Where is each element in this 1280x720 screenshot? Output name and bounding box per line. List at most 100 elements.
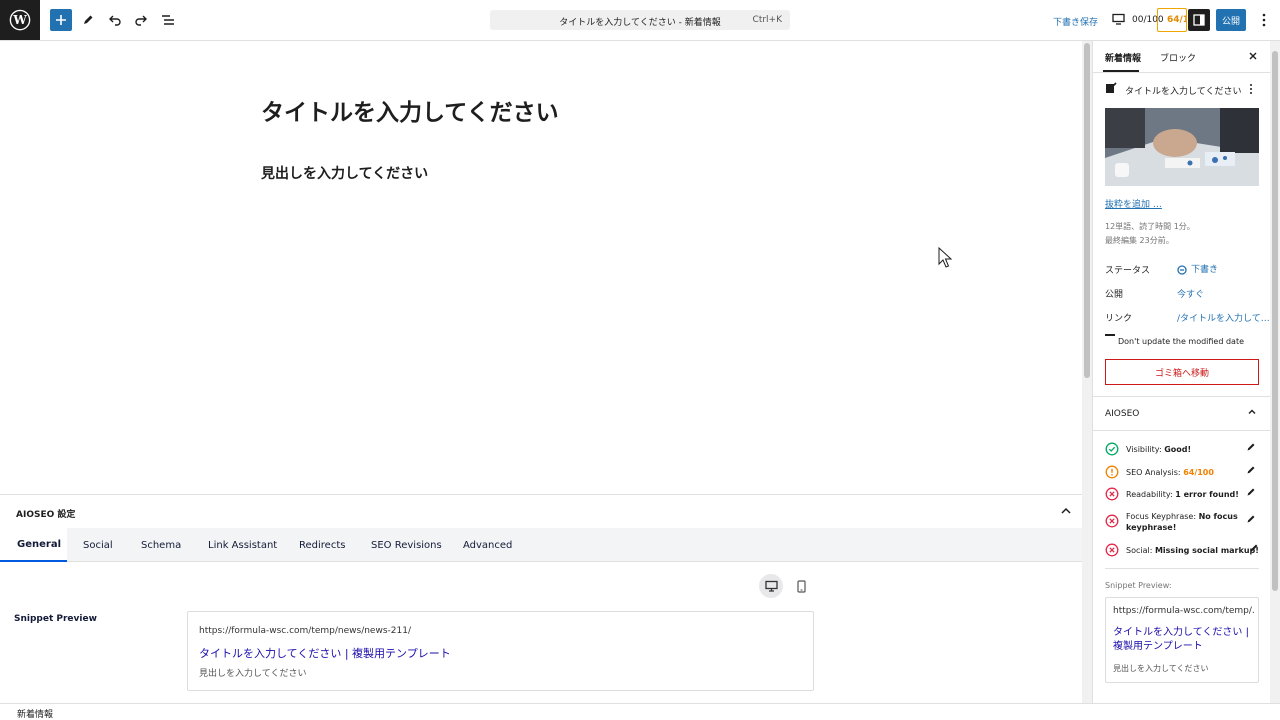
editor-header: W タイトルを入力してください - 新着情報 Ctrl+K 下書き保存 00/1… [0,0,1280,41]
check-circle-icon [1105,442,1119,456]
desktop-preview-toggle[interactable] [759,574,783,598]
status-value-button[interactable]: 下書き [1177,262,1218,275]
post-title[interactable]: タイトルを入力してください [261,93,559,127]
featured-image[interactable] [1105,108,1259,186]
tab-seo-revisions[interactable]: SEO Revisions [371,528,442,562]
undo-icon [109,15,121,26]
aioseo-section-title[interactable]: AIOSEO [1105,409,1139,419]
redo-icon [135,15,147,26]
tools-button[interactable] [77,9,99,31]
svg-text:W: W [12,13,27,27]
publish-date-button[interactable]: 今すぐ [1177,287,1204,300]
settings-sidebar-toggle[interactable] [1188,9,1210,31]
editor-canvas[interactable]: タイトルを入力してください 見出しを入力してください [0,41,1082,494]
permalink-button[interactable]: /タイトルを入力して… [1177,311,1270,324]
editor-footer: 新着情報 [0,703,1280,720]
sidebar-snippet-description: 見出しを入力してください [1113,664,1209,673]
divider [1105,568,1259,569]
snippet-title: タイトルを入力してください | 複製用テンプレート [199,647,451,660]
sidebar-icon [1193,14,1205,26]
collapse-panel-button[interactable] [1059,505,1073,520]
tab-link-assistant[interactable]: Link Assistant [208,528,277,562]
sidebar-snippet-preview: https://formula-wsc.com/temp/... タイトルを入力… [1105,597,1259,683]
edit-pencil-icon[interactable] [1246,487,1256,497]
sidebar-snippet-title: タイトルを入力してください | 複製用テンプレート [1113,627,1249,652]
aioseo-tabs: General Social Schema Link Assistant Red… [0,528,1082,562]
desktop-preview-icon [1112,13,1125,25]
options-menu-button[interactable] [1256,11,1272,29]
status-value: 下書き [1191,265,1219,275]
sidebar-scrollbar-thumb[interactable] [1272,51,1278,591]
sidebar-snippet-url: https://formula-wsc.com/temp/... [1113,606,1255,616]
document-overview-button[interactable] [157,9,179,31]
word-count: 12単語、読了時間 1分。 [1105,222,1195,231]
social-text: Social: Missing social markup! [1126,546,1259,555]
tab-advanced[interactable]: Advanced [463,528,512,562]
link-label: リンク [1105,314,1133,324]
dont-update-checkbox[interactable] [1105,334,1115,336]
breadcrumb[interactable]: 新着情報 [17,707,53,720]
tab-block[interactable]: ブロック [1160,51,1196,64]
active-tab-indicator [1103,70,1139,72]
sidebar-tabs: 新着情報 ブロック [1093,41,1270,73]
aioseo-section-toggle[interactable] [1247,407,1257,420]
tab-redirects[interactable]: Redirects [299,528,345,562]
edit-pencil-icon[interactable] [1246,465,1256,475]
mobile-preview-toggle[interactable] [793,574,809,598]
sidebar-snippet-label: Snippet Preview: [1105,581,1172,590]
score-badge-label: 64/100 [1167,15,1186,25]
heading-block[interactable]: 見出しを入力してください [261,163,428,183]
settings-sidebar: 新着情報 ブロック タイトルを入力してください 抜粋を追加 … 12単語、読了時… [1092,41,1270,703]
edit-pencil-icon[interactable] [1246,514,1256,524]
editor-scrollbar-thumb[interactable] [1084,43,1090,378]
tab-social[interactable]: Social [83,528,113,562]
plus-icon [56,15,66,25]
desktop-icon [764,580,778,592]
add-excerpt-link[interactable]: 抜粋を追加 … [1105,197,1162,210]
close-sidebar-button[interactable] [1248,50,1258,64]
error-circle-icon [1105,543,1119,557]
more-vertical-icon [1262,13,1266,27]
visibility-text: Visibility: Good! [1126,445,1192,454]
post-summary-title: タイトルを入力してください [1125,87,1242,97]
post-document-icon [1105,82,1117,97]
aioseo-panel-header[interactable]: AIOSEO 設定 [0,495,1082,528]
featured-image-photo [1105,108,1259,186]
edit-pencil-icon[interactable] [1246,442,1256,452]
redo-button[interactable] [130,9,152,31]
edit-pencil-icon[interactable] [1249,543,1259,553]
draft-status-icon [1177,264,1187,275]
editor-scrollbar[interactable] [1082,41,1092,703]
error-circle-icon [1105,487,1119,501]
command-palette-bar[interactable]: タイトルを入力してください - 新着情報 Ctrl+K [490,10,790,30]
aioseo-settings-panel: AIOSEO 設定 General Social Schema Link Ass… [0,494,1082,703]
save-draft-button[interactable]: 下書き保存 [1053,15,1098,28]
status-label: ステータス [1105,266,1151,276]
mobile-icon [796,579,806,593]
tab-schema[interactable]: Schema [141,528,181,562]
add-block-button[interactable] [50,9,72,31]
move-to-trash-button[interactable]: ゴミ箱へ移動 [1105,359,1259,385]
warning-circle-icon [1105,465,1119,479]
snippet-url: https://formula-wsc.com/temp/news/news-2… [199,626,411,636]
snippet-description: 見出しを入力してください [199,669,307,679]
tab-post[interactable]: 新着情報 [1105,51,1141,64]
snippet-preview-label: Snippet Preview [14,614,97,624]
sidebar-scrollbar[interactable] [1270,41,1280,703]
chevron-up-icon [1061,507,1071,514]
wordpress-logo-button[interactable]: W [0,0,40,40]
last-edited: 最終編集 23分前。 [1105,236,1174,245]
chevron-up-icon [1248,409,1256,414]
preview-button[interactable] [1112,13,1125,28]
shortcut-hint: Ctrl+K [752,15,782,25]
undo-button[interactable] [104,9,126,31]
aioseo-score-badge[interactable]: 64/100 [1157,8,1187,32]
error-circle-icon [1105,514,1119,528]
post-actions-button[interactable] [1247,83,1255,98]
publish-label: 公開 [1105,290,1124,300]
close-icon [1249,52,1257,60]
pencil-icon [84,15,93,24]
divider [1093,396,1270,397]
publish-button[interactable]: 公開 [1216,9,1246,31]
tab-general[interactable]: General [0,528,67,562]
